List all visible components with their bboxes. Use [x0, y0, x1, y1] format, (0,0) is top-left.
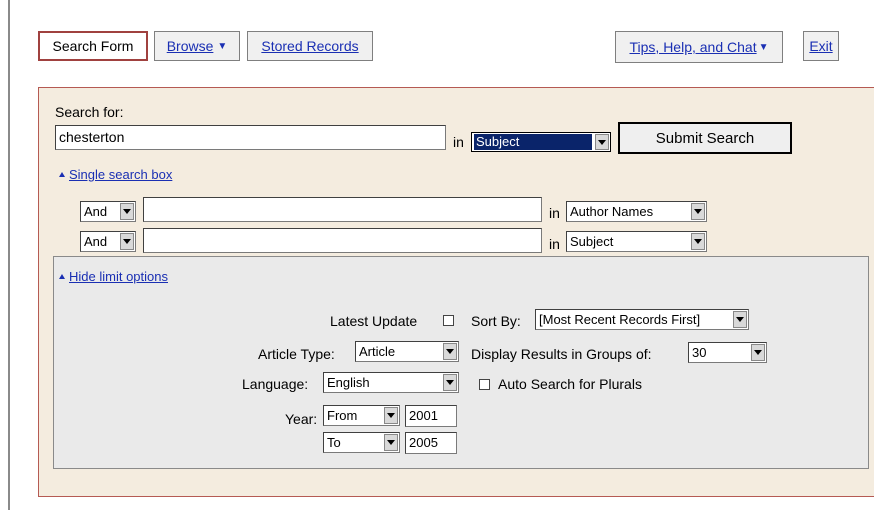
language-label: Language: — [242, 376, 309, 392]
boolean-operator-select[interactable]: And — [80, 201, 136, 222]
sort-by-select[interactable]: [Most Recent Records First] — [535, 309, 749, 330]
chevron-down-icon — [384, 407, 398, 424]
search-for-label: Search for: — [55, 104, 124, 120]
field-value: Subject — [570, 234, 614, 249]
single-search-box-label: Single search box — [69, 167, 173, 182]
boolean-operator-select[interactable]: And — [80, 231, 136, 252]
year-from-operator-select[interactable]: From — [323, 405, 400, 426]
sort-by-value: [Most Recent Records First] — [539, 312, 701, 327]
exit-label: Exit — [809, 38, 833, 54]
exit-button[interactable]: Exit — [803, 31, 839, 61]
chevron-down-icon — [751, 344, 765, 361]
stored-records-button[interactable]: Stored Records — [247, 31, 373, 61]
in-label: in — [453, 134, 464, 150]
browse-label: Browse — [166, 38, 214, 54]
year-to-operator-select[interactable]: To — [323, 432, 400, 453]
chevron-down-icon — [120, 233, 134, 250]
latest-update-label: Latest Update — [330, 313, 418, 329]
browse-menu-button[interactable]: Browse ▼ — [154, 31, 240, 61]
language-select[interactable]: English — [323, 372, 459, 393]
search-term-input[interactable] — [143, 197, 542, 222]
chevron-down-icon — [443, 374, 457, 391]
chevron-down-icon — [120, 203, 134, 220]
year-to-input[interactable]: 2005 — [405, 432, 457, 454]
stored-records-label: Stored Records — [261, 38, 359, 54]
chevron-down-icon — [384, 434, 398, 451]
search-field-select[interactable]: Subject — [471, 132, 611, 152]
field-select[interactable]: Subject — [566, 231, 707, 252]
year-from-input[interactable]: 2001 — [405, 405, 457, 427]
operator-value: And — [84, 204, 108, 219]
display-results-select[interactable]: 30 — [688, 342, 767, 363]
year-label: Year: — [285, 411, 318, 427]
dropdown-caret-icon: ▼ — [217, 40, 228, 52]
in-label: in — [549, 236, 560, 252]
hide-limit-options-label: Hide limit options — [69, 269, 168, 284]
latest-update-checkbox[interactable] — [443, 315, 454, 326]
article-type-label: Article Type: — [258, 346, 335, 362]
submit-search-label: Submit Search — [655, 129, 755, 147]
search-form-label: Search Form — [52, 38, 134, 54]
chevron-down-icon — [595, 134, 609, 150]
collapse-triangle-icon — [59, 172, 65, 177]
submit-search-button[interactable]: Submit Search — [618, 122, 792, 154]
chevron-down-icon — [691, 203, 705, 220]
article-type-value: Article — [359, 344, 396, 359]
field-select[interactable]: Author Names — [566, 201, 707, 222]
hide-limit-options-link[interactable]: Hide limit options — [59, 268, 168, 284]
tips-help-chat-button[interactable]: Tips, Help, and Chat ▼ — [615, 31, 783, 63]
year-to-operator-value: To — [327, 435, 341, 450]
display-results-value: 30 — [692, 345, 707, 360]
auto-search-plurals-checkbox[interactable] — [479, 379, 490, 390]
collapse-triangle-icon — [59, 274, 65, 279]
display-results-label: Display Results in Groups of: — [471, 346, 652, 362]
single-search-box-link[interactable]: Single search box — [59, 166, 172, 182]
sort-by-label: Sort By: — [471, 313, 521, 329]
tips-label: Tips, Help, and Chat — [629, 39, 757, 55]
chevron-down-icon — [443, 343, 457, 360]
search-field-value: Subject — [474, 134, 592, 150]
left-divider — [8, 0, 10, 510]
language-value: English — [327, 375, 370, 390]
year-from-operator-value: From — [327, 408, 358, 423]
field-value: Author Names — [570, 204, 654, 219]
chevron-down-icon — [691, 233, 705, 250]
search-term-input[interactable] — [143, 228, 542, 253]
operator-value: And — [84, 234, 108, 249]
chevron-down-icon — [733, 311, 747, 328]
auto-search-plurals-label: Auto Search for Plurals — [498, 376, 642, 392]
dropdown-caret-icon: ▼ — [758, 41, 769, 53]
search-form-tab[interactable]: Search Form — [38, 31, 148, 61]
search-query-input[interactable]: chesterton — [55, 125, 446, 150]
article-type-select[interactable]: Article — [355, 341, 459, 362]
in-label: in — [549, 205, 560, 221]
